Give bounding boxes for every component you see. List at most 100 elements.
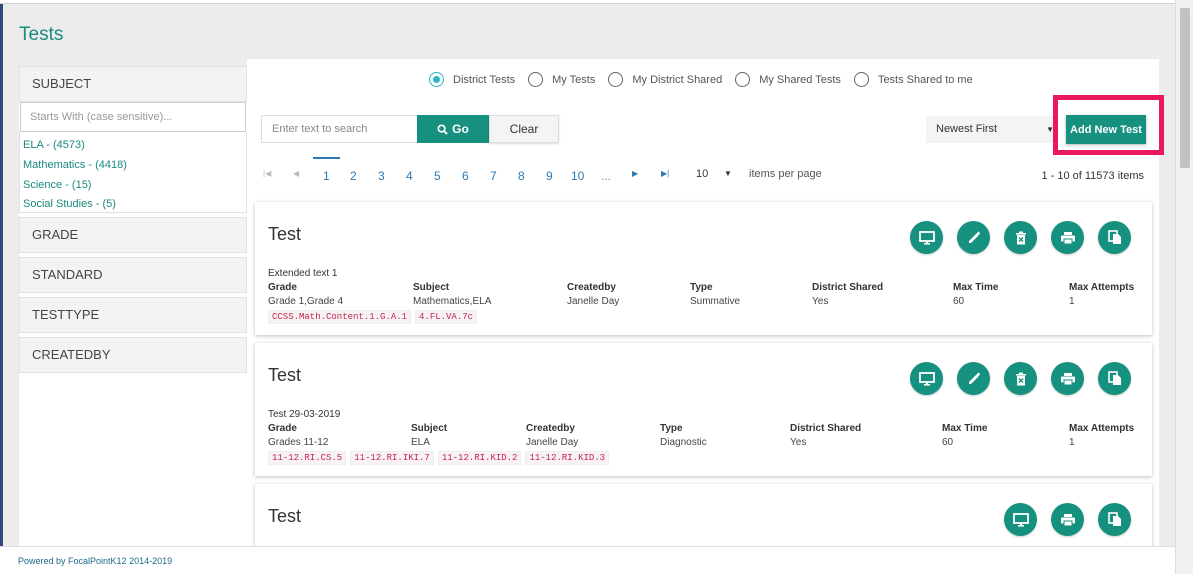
print-button[interactable] <box>1051 221 1084 254</box>
test-extended-text: Extended text 1 <box>268 268 338 279</box>
delete-icon <box>1015 372 1026 385</box>
preview-button[interactable] <box>910 221 943 254</box>
print-icon <box>1060 372 1075 385</box>
column-header: Max Attempts <box>1069 423 1135 434</box>
radio-circle-icon <box>853 72 869 87</box>
radio-tests-shared-to-me[interactable]: Tests Shared to me <box>853 72 973 87</box>
window-left-edge <box>0 0 3 574</box>
page-4[interactable]: 4 <box>406 169 413 183</box>
column-value: Janelle Day <box>567 296 620 307</box>
radio-circle-icon <box>528 72 544 87</box>
more-pages[interactable]: ... <box>601 169 611 183</box>
next-page-icon[interactable]: ▶ <box>632 169 638 178</box>
radio-circle-icon <box>735 72 751 87</box>
radio-label: Tests Shared to me <box>877 73 973 86</box>
page-1[interactable]: 1 <box>323 169 330 183</box>
edit-icon <box>968 372 980 384</box>
column-value: 60 <box>953 296 965 307</box>
type-column: Type Summative <box>690 282 740 307</box>
page-6[interactable]: 6 <box>462 169 469 183</box>
print-icon <box>1060 513 1075 526</box>
test-title[interactable]: Test <box>268 224 301 245</box>
column-value: 1 <box>1069 437 1075 448</box>
copy-button[interactable] <box>1098 221 1131 254</box>
createdby-column: Createdby Janelle Day <box>526 423 578 448</box>
page-2[interactable]: 2 <box>350 169 357 183</box>
facet-subject[interactable]: SUBJECT <box>19 66 247 102</box>
add-new-test-button[interactable]: Add New Test <box>1066 115 1146 144</box>
search-field[interactable] <box>261 115 417 143</box>
monitor-icon <box>918 230 935 245</box>
clear-button[interactable]: Clear <box>489 115 559 143</box>
first-page-icon[interactable]: |◀ <box>263 169 271 178</box>
column-value: Janelle Day <box>526 437 579 448</box>
go-button[interactable]: Go <box>417 115 489 143</box>
radio-my-tests[interactable]: My Tests <box>528 72 595 87</box>
caret-down-icon[interactable]: ▼ <box>724 169 732 178</box>
facet-grade[interactable]: GRADE <box>19 217 247 253</box>
type-column: Type Diagnostic <box>660 423 707 448</box>
column-value: Grade 1,Grade 4 <box>268 296 344 307</box>
page-7[interactable]: 7 <box>490 169 497 183</box>
max-attempts-column: Max Attempts 1 <box>1069 423 1134 448</box>
subject-filter-field[interactable] <box>20 102 246 132</box>
page-3[interactable]: 3 <box>378 169 385 183</box>
delete-button[interactable] <box>1004 221 1037 254</box>
column-header: Grade <box>268 282 297 293</box>
page-size-select[interactable]: 10 <box>696 168 708 180</box>
print-button[interactable] <box>1051 503 1084 536</box>
radio-my-shared-tests[interactable]: My Shared Tests <box>735 72 841 87</box>
standard-tag: 11-12.RI.IKI.7 <box>350 451 434 465</box>
copy-button[interactable] <box>1098 503 1131 536</box>
monitor-icon <box>1012 512 1029 527</box>
radio-my-district-shared[interactable]: My District Shared <box>608 72 722 87</box>
radio-label: My Shared Tests <box>759 73 841 86</box>
standard-tag: 11-12.RI.KID.3 <box>525 451 610 465</box>
facet-createdby[interactable]: CREATEDBY <box>19 337 247 373</box>
subject-item-mathematics[interactable]: Mathematics - (4418) <box>20 156 246 176</box>
column-header: Createdby <box>567 282 616 293</box>
card-actions <box>990 503 1131 536</box>
max-attempts-column: Max Attempts 1 <box>1069 282 1134 307</box>
pager: |◀ ◀ 1 2 3 4 5 6 7 8 9 10 ... ▶ ▶| 10 ▼ … <box>247 157 1159 197</box>
page-10[interactable]: 10 <box>571 169 584 183</box>
test-card: Test Extended text 1 Grade Grade 1,Grade … <box>255 202 1152 335</box>
page-5[interactable]: 5 <box>434 169 441 183</box>
subject-item-science[interactable]: Science - (15) <box>20 176 246 196</box>
search-input[interactable] <box>262 116 417 142</box>
page-title: Tests <box>19 24 64 45</box>
delete-button[interactable] <box>1004 362 1037 395</box>
vertical-scrollbar[interactable] <box>1175 0 1193 574</box>
page-9[interactable]: 9 <box>546 169 553 183</box>
preview-button[interactable] <box>1004 503 1037 536</box>
card-actions <box>896 362 1131 395</box>
subject-item-ela[interactable]: ELA - (4573) <box>20 136 246 156</box>
facet-standard[interactable]: STANDARD <box>19 257 247 293</box>
sort-select[interactable]: Newest First ▼ <box>926 116 1056 143</box>
district-shared-column: District Shared Yes <box>790 423 861 448</box>
standard-tag: CCSS.Math.Content.1.G.A.1 <box>268 310 412 324</box>
column-header: District Shared <box>812 282 884 293</box>
radio-district-tests[interactable]: District Tests <box>429 72 515 87</box>
preview-button[interactable] <box>910 362 943 395</box>
facet-testtype[interactable]: TESTTYPE <box>19 297 247 333</box>
column-value: Summative <box>690 296 741 307</box>
last-page-icon[interactable]: ▶| <box>661 169 669 178</box>
scrollbar-thumb[interactable] <box>1180 8 1190 168</box>
standard-tag: 11-12.RI.CS.5 <box>268 451 347 465</box>
test-title[interactable]: Test <box>268 506 301 527</box>
card-actions <box>896 221 1131 254</box>
print-button[interactable] <box>1051 362 1084 395</box>
subject-item-social-studies[interactable]: Social Studies - (5) <box>20 195 246 215</box>
max-time-column: Max Time 60 <box>953 282 998 307</box>
copy-button[interactable] <box>1098 362 1131 395</box>
prev-page-icon[interactable]: ◀ <box>293 169 299 178</box>
edit-button[interactable] <box>957 221 990 254</box>
test-title[interactable]: Test <box>268 365 301 386</box>
edit-button[interactable] <box>957 362 990 395</box>
subject-filter-input[interactable] <box>21 103 245 131</box>
current-page-indicator <box>313 157 340 159</box>
district-shared-column: District Shared Yes <box>812 282 883 307</box>
page-8[interactable]: 8 <box>518 169 525 183</box>
copy-icon <box>1107 512 1121 526</box>
